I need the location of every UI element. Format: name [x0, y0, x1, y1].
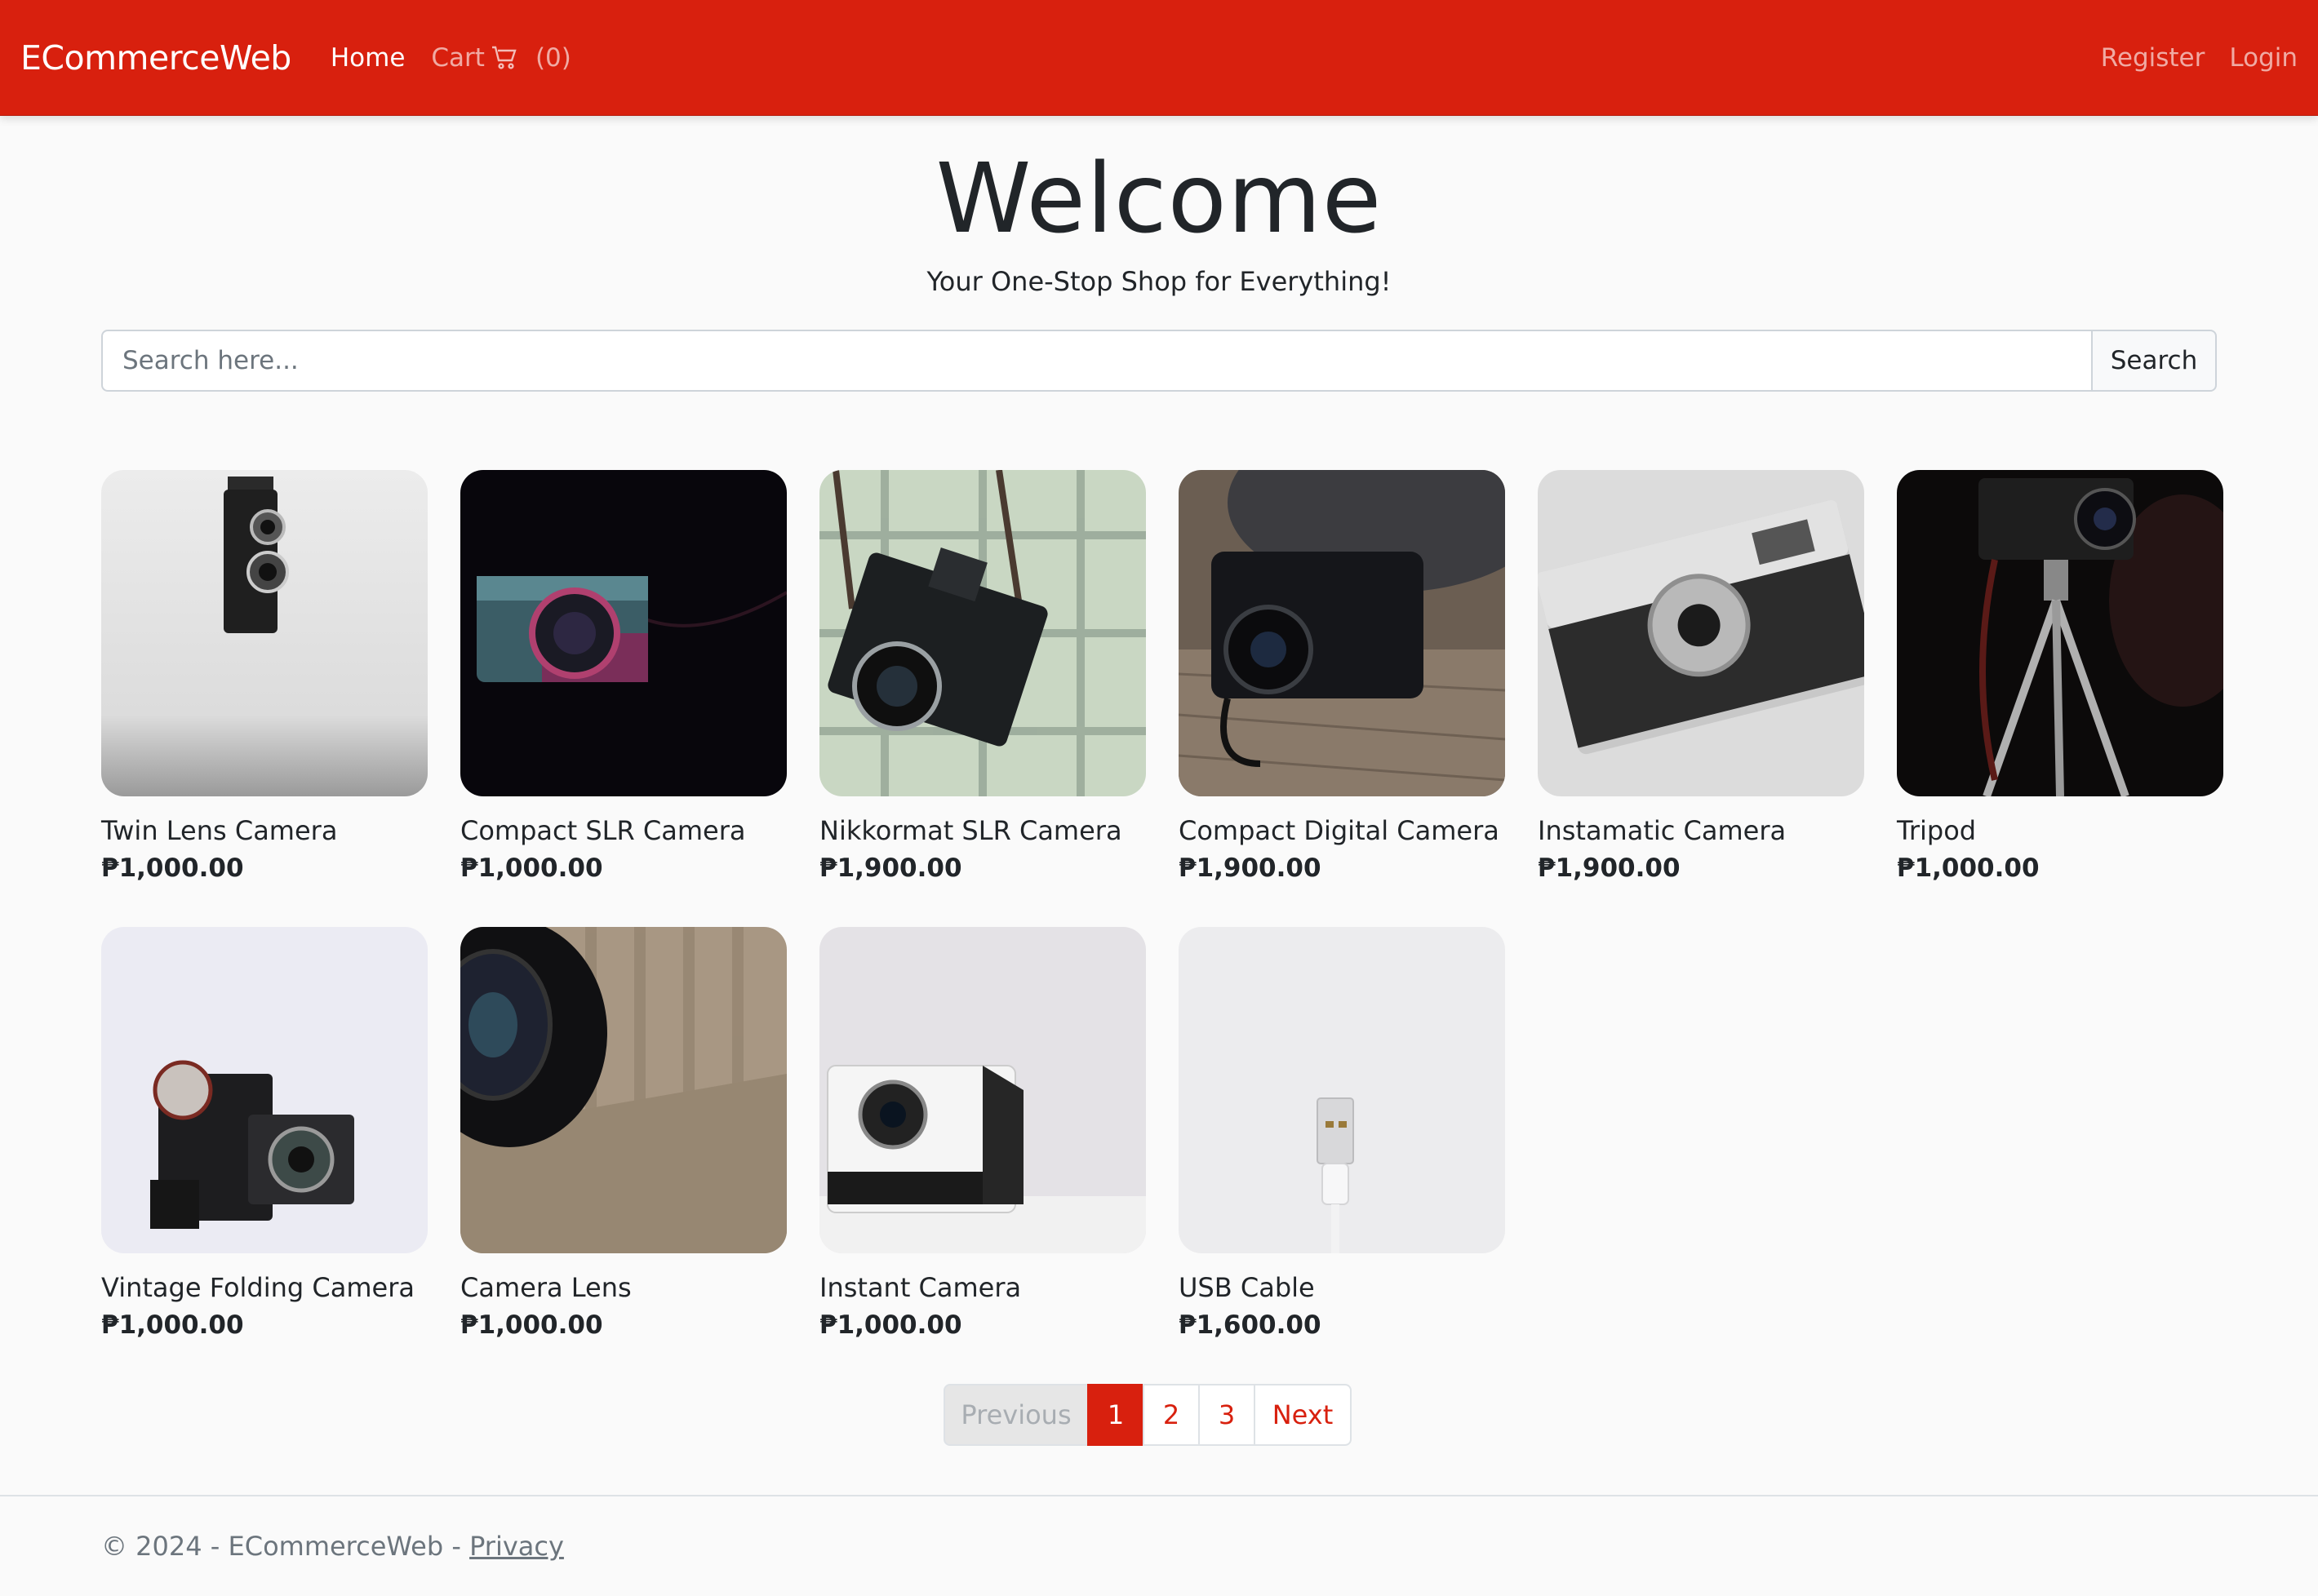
nav-register-link[interactable]: Register	[2101, 43, 2205, 73]
tripod-image[interactable]	[1897, 470, 2223, 796]
product-price: ₱1,000.00	[1897, 853, 2040, 883]
instamatic-camera-image[interactable]	[1538, 470, 1864, 796]
top-navbar: ECommerceWeb Home Cart (0) Register Logi…	[0, 0, 2318, 116]
cart-label: Cart	[431, 42, 485, 73]
product-price: ₱1,000.00	[101, 853, 244, 883]
product-name[interactable]: Nikkormat SLR Camera	[819, 813, 1146, 849]
product-name[interactable]: Compact Digital Camera	[1179, 813, 1505, 849]
cart-count: (0)	[535, 42, 571, 73]
brand-link[interactable]: ECommerceWeb	[20, 38, 291, 78]
page-footer: © 2024 - ECommerceWeb - Privacy	[0, 1495, 2318, 1596]
product-grid: Twin Lens Camera ₱1,000.00 Compact SLR C…	[101, 470, 2223, 1343]
product-card[interactable]: Twin Lens Camera ₱1,000.00	[101, 470, 428, 886]
compact-digital-camera-image[interactable]	[1179, 470, 1505, 796]
page-subtitle: Your One-Stop Shop for Everything!	[926, 266, 1392, 297]
footer-text: © 2024 - ECommerceWeb - Privacy	[101, 1531, 564, 1562]
compact-slr-camera-image[interactable]	[460, 470, 787, 796]
vintage-folding-camera-image[interactable]	[101, 927, 428, 1253]
pagination: Previous 1 2 3 Next	[944, 1384, 1352, 1446]
pagination-page-1[interactable]: 1	[1087, 1384, 1144, 1446]
product-name[interactable]: Vintage Folding Camera	[101, 1270, 428, 1306]
product-name[interactable]: Instamatic Camera	[1538, 813, 1864, 849]
instant-camera-image[interactable]	[819, 927, 1146, 1253]
page-title: Welcome	[935, 142, 1383, 255]
product-price: ₱1,000.00	[101, 1310, 244, 1340]
product-card[interactable]: Compact Digital Camera ₱1,900.00	[1179, 470, 1505, 886]
product-card[interactable]: USB Cable ₱1,600.00	[1179, 927, 1505, 1343]
nav-home-link[interactable]: Home	[331, 43, 406, 73]
pagination-previous: Previous	[944, 1384, 1089, 1446]
product-price: ₱1,900.00	[1538, 853, 1681, 883]
nav-cart-link[interactable]: Cart (0)	[431, 43, 571, 73]
usb-cable-image[interactable]	[1179, 927, 1505, 1253]
product-price: ₱1,900.00	[1179, 853, 1321, 883]
nikkormat-camera-image[interactable]	[819, 470, 1146, 796]
product-card[interactable]: Instant Camera ₱1,000.00	[819, 927, 1146, 1343]
product-card[interactable]: Nikkormat SLR Camera ₱1,900.00	[819, 470, 1146, 886]
product-price: ₱1,000.00	[819, 1310, 962, 1340]
nav-account-links: Register Login	[2076, 43, 2298, 73]
search-input[interactable]	[101, 330, 2091, 392]
camera-lens-image[interactable]	[460, 927, 787, 1253]
footer-copyright: © 2024 - ECommerceWeb -	[101, 1531, 470, 1562]
search-button[interactable]: Search	[2091, 330, 2217, 392]
shopping-cart-icon	[491, 46, 517, 69]
product-name[interactable]: Instant Camera	[819, 1270, 1146, 1306]
product-card[interactable]: Vintage Folding Camera ₱1,000.00	[101, 927, 428, 1343]
nav-login-link[interactable]: Login	[2229, 43, 2298, 73]
pagination-page-2[interactable]: 2	[1143, 1384, 1200, 1446]
product-price: ₱1,600.00	[1179, 1310, 1321, 1340]
product-price: ₱1,000.00	[460, 853, 603, 883]
footer-privacy-link[interactable]: Privacy	[469, 1531, 564, 1562]
twin-lens-camera-image[interactable]	[101, 470, 428, 796]
product-card[interactable]: Camera Lens ₱1,000.00	[460, 927, 787, 1343]
pagination-next[interactable]: Next	[1254, 1384, 1352, 1446]
product-price: ₱1,000.00	[460, 1310, 603, 1340]
product-price: ₱1,900.00	[819, 853, 962, 883]
product-name[interactable]: Tripod	[1897, 813, 2223, 849]
search-bar: Search	[101, 330, 2217, 392]
product-card[interactable]: Instamatic Camera ₱1,900.00	[1538, 470, 1864, 886]
pagination-page-3[interactable]: 3	[1198, 1384, 1255, 1446]
product-card[interactable]: Tripod ₱1,000.00	[1897, 470, 2223, 886]
product-card[interactable]: Compact SLR Camera ₱1,000.00	[460, 470, 787, 886]
product-name[interactable]: Camera Lens	[460, 1270, 787, 1306]
product-name[interactable]: Compact SLR Camera	[460, 813, 787, 849]
product-name[interactable]: Twin Lens Camera	[101, 813, 428, 849]
product-name[interactable]: USB Cable	[1179, 1270, 1505, 1306]
